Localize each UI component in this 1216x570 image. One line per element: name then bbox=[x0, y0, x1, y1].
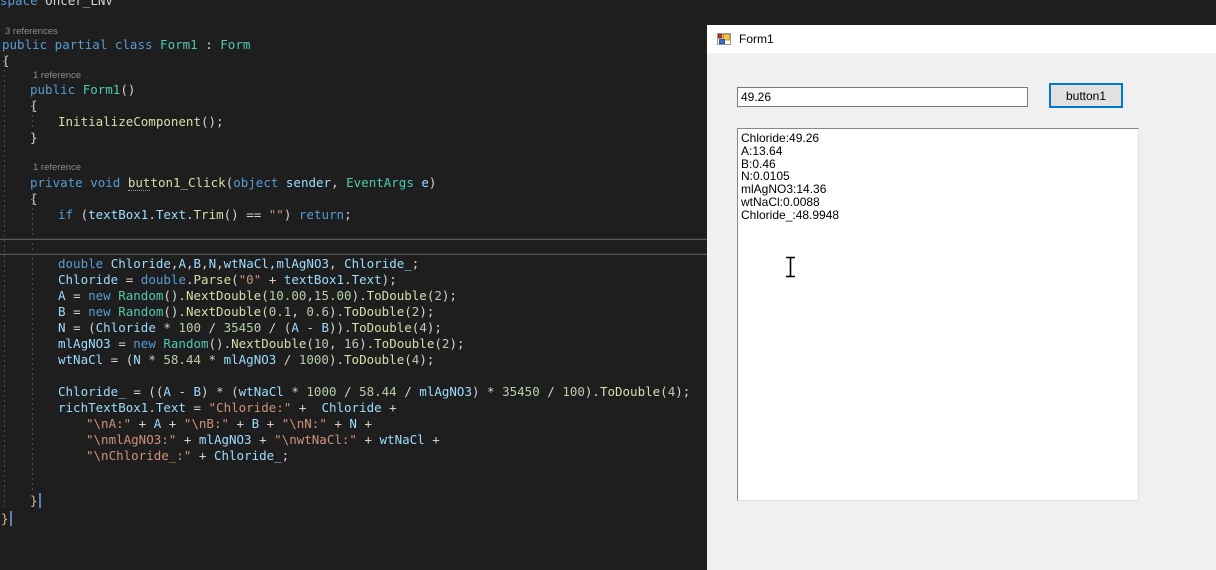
window-title: Form1 bbox=[739, 32, 774, 46]
rtf-line: Chloride:49.26 bbox=[741, 131, 820, 145]
code-editor[interactable]: space Oncer_LNV 3 references public partia… bbox=[0, 0, 707, 570]
code-line: private void button1_Click(object sender… bbox=[30, 175, 437, 191]
code-line: "\nA:" + A + "\nB:" + B + "\nN:" + N + bbox=[86, 416, 373, 431]
code-line: "\nChloride_:" + Chloride_; bbox=[86, 448, 290, 463]
code-line: space Oncer_LNV bbox=[0, 0, 113, 8]
code-line: N = (Chloride * 100 / 35450 / (A - B)).T… bbox=[58, 320, 442, 335]
code-line: InitializeComponent(); bbox=[58, 114, 224, 129]
editor-separator-line bbox=[0, 253, 707, 255]
code-line: } bbox=[30, 493, 41, 509]
ibeam-cursor bbox=[786, 256, 795, 278]
result-richtextbox[interactable]: Chloride:49.26 A:13.64 B:0.46 N:0.0105 mlAgN… bbox=[737, 128, 1139, 501]
code-line: B = new Random().NextDouble(0.1, 0.6).To… bbox=[58, 304, 435, 319]
button1-label: button1 bbox=[1065, 88, 1107, 103]
rtf-line: Chloride_:48.9948 bbox=[741, 207, 840, 222]
chloride-input[interactable] bbox=[737, 87, 1028, 107]
code-line: mlAgNO3 = new Random().NextDouble(10, 16… bbox=[58, 336, 465, 351]
indent-guide bbox=[4, 55, 5, 510]
code-line: "\nmlAgNO3:" + mlAgNO3 + "\nwtNaCl:" + w… bbox=[86, 432, 440, 447]
editor-separator-line bbox=[0, 238, 707, 240]
code-line: Chloride_ = ((A - B) * (wtNaCl * 1000 / … bbox=[58, 384, 691, 399]
rtf-line: wtNaCl:0.0088 bbox=[741, 194, 820, 209]
code-line: if (textBox1.Text.Trim() == "") return; bbox=[58, 207, 352, 222]
code-line: A = new Random().NextDouble(10.00,15.00)… bbox=[58, 288, 457, 303]
code-line: } bbox=[1, 511, 12, 527]
form-icon bbox=[717, 33, 731, 45]
rtf-line: B:0.46 bbox=[741, 156, 776, 171]
code-line: richTextBox1.Text = "Chloride:" + Chlori… bbox=[58, 400, 397, 415]
form1-titlebar[interactable]: Form1 bbox=[707, 25, 1216, 53]
screen: { "editor": { "background": "#1e1e1e", "… bbox=[0, 0, 1216, 570]
button1[interactable]: button1 bbox=[1049, 83, 1123, 108]
rtf-line: A:13.64 bbox=[741, 143, 783, 158]
code-line: public Form1() bbox=[30, 82, 136, 97]
code-line: double Chloride,A,B,N,wtNaCl,mlAgNO3, Ch… bbox=[58, 256, 420, 271]
form1-window: Form1 button1 Chloride:49.26A:13.64B:0.4… bbox=[707, 25, 1216, 570]
indent-guide bbox=[32, 100, 33, 130]
code-line: } bbox=[30, 130, 38, 145]
code-line: Chloride = double.Parse("0" + textBox1.T… bbox=[58, 272, 397, 287]
code-line: wtNaCl = (N * 58.44 * mlAgNO3 / 1000).To… bbox=[58, 352, 435, 367]
code-line: public partial class Form1 : Form bbox=[2, 37, 251, 52]
